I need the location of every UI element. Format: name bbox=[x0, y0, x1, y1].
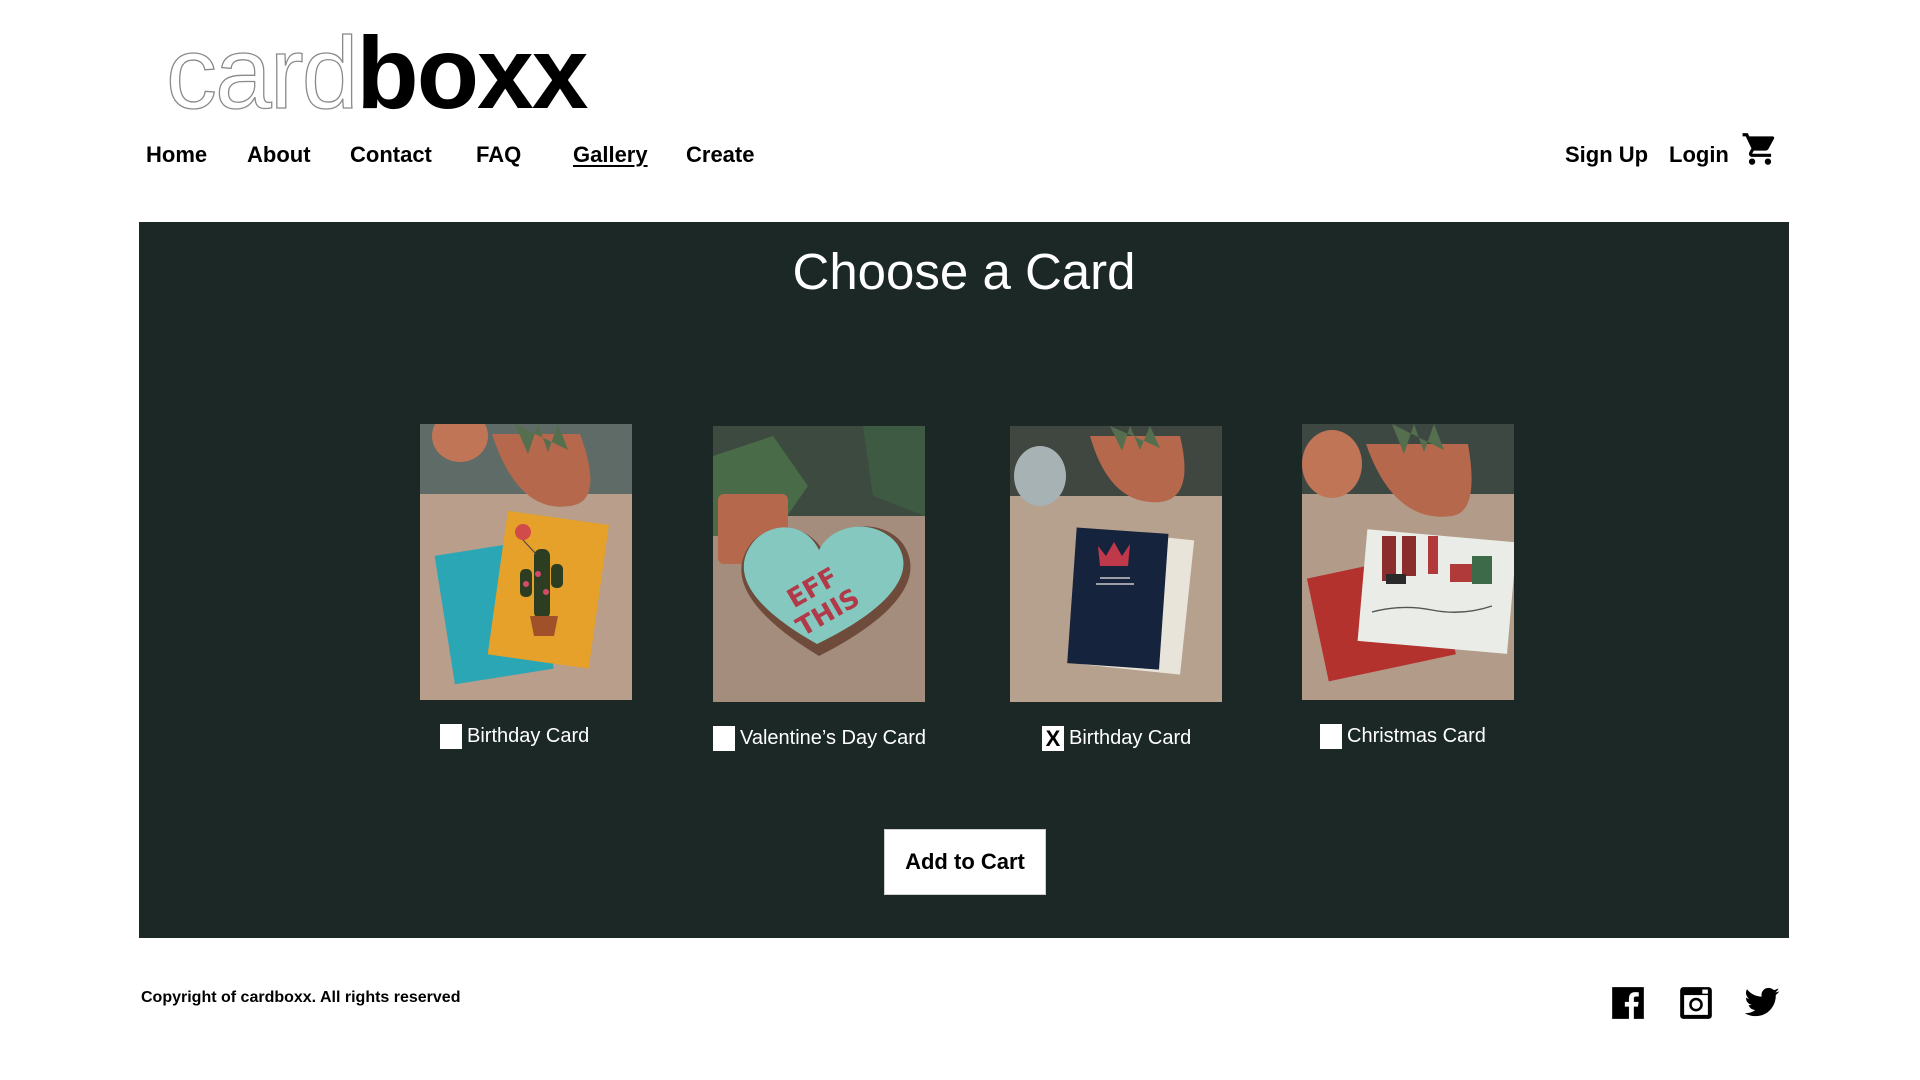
nav-contact[interactable]: Contact bbox=[350, 142, 432, 168]
card-label: Birthday Card bbox=[467, 725, 590, 747]
card-selection-panel: Choose a Card Birthday Card EFF THIS Val… bbox=[139, 222, 1789, 938]
logo-bold-text: boxx bbox=[356, 16, 588, 130]
add-to-cart-button[interactable]: Add to Cart bbox=[884, 829, 1046, 895]
christmas-stockings-card-photo[interactable] bbox=[1302, 424, 1514, 700]
navy-crown-card-photo[interactable] bbox=[1010, 426, 1222, 702]
nav-gallery[interactable]: Gallery bbox=[573, 142, 648, 168]
site-logo[interactable]: cardboxx bbox=[165, 21, 588, 124]
checkbox-box[interactable] bbox=[440, 724, 462, 749]
card-label: Christmas Card bbox=[1347, 725, 1486, 747]
login-link[interactable]: Login bbox=[1669, 142, 1729, 168]
cactus-birthday-card-photo[interactable] bbox=[420, 424, 632, 700]
card-checkbox[interactable]: Christmas Card bbox=[1320, 724, 1486, 749]
sign-up-link[interactable]: Sign Up bbox=[1565, 142, 1648, 168]
card-label: Valentine’s Day Card bbox=[740, 727, 927, 749]
nav-about[interactable]: About bbox=[247, 142, 311, 168]
heart-candy-box-photo[interactable]: EFF THIS bbox=[713, 426, 925, 702]
page-title: Choose a Card bbox=[792, 243, 1136, 300]
checkbox-box[interactable] bbox=[1320, 724, 1342, 749]
card-checkbox[interactable]: Valentine’s Day Card bbox=[713, 726, 926, 751]
facebook-icon[interactable] bbox=[1609, 984, 1647, 1022]
nav-faq[interactable]: FAQ bbox=[476, 142, 521, 168]
copyright-text: Copyright of cardboxx. All rights reserv… bbox=[141, 989, 461, 1006]
checkbox-box[interactable]: X bbox=[1042, 726, 1064, 751]
card-label: Birthday Card bbox=[1069, 727, 1192, 749]
nav-home[interactable]: Home bbox=[146, 142, 207, 168]
checkbox-box[interactable] bbox=[713, 726, 735, 751]
logo-light-text: card bbox=[165, 16, 359, 130]
card-checkbox[interactable]: X Birthday Card bbox=[1042, 726, 1191, 751]
card-checkbox[interactable]: Birthday Card bbox=[440, 724, 589, 749]
shopping-cart-icon[interactable] bbox=[1741, 130, 1779, 168]
twitter-icon[interactable] bbox=[1743, 984, 1781, 1022]
nav-create[interactable]: Create bbox=[686, 142, 754, 168]
instagram-icon[interactable] bbox=[1677, 984, 1715, 1022]
